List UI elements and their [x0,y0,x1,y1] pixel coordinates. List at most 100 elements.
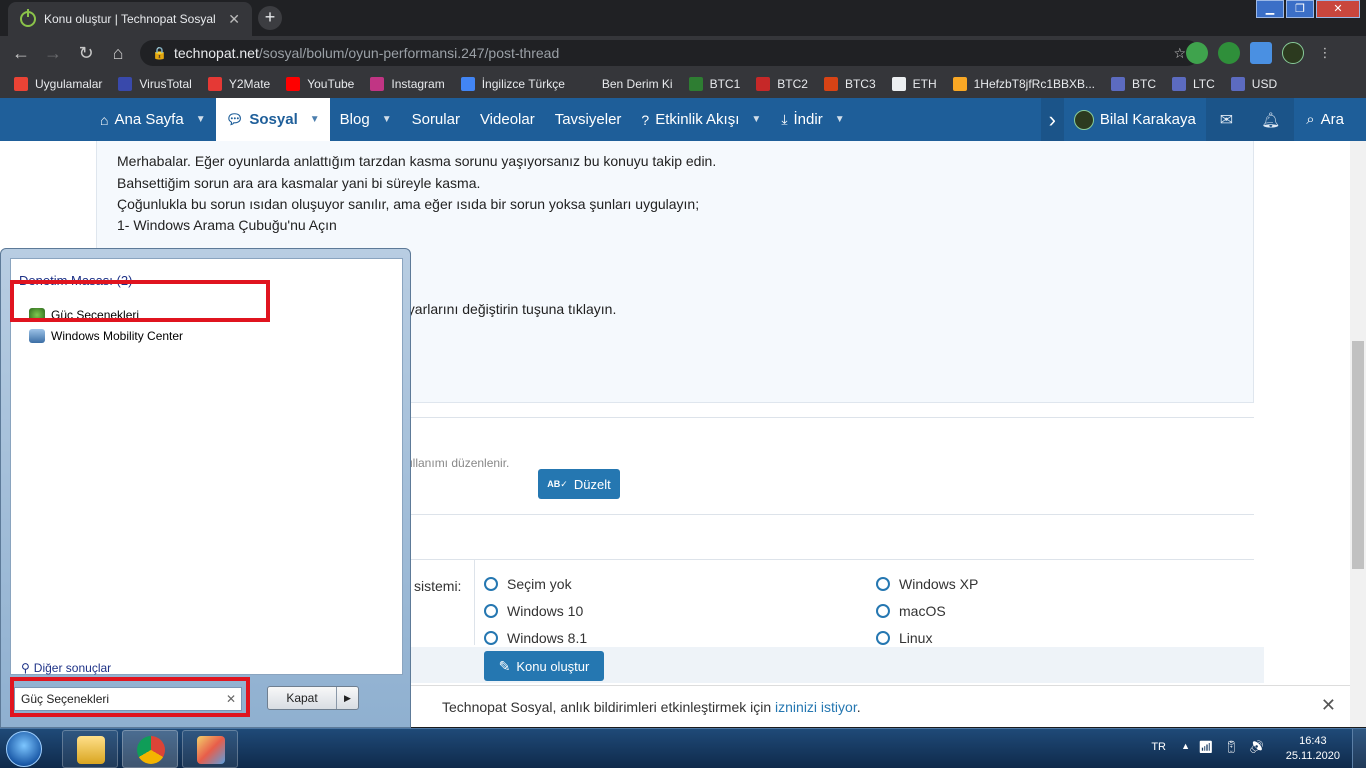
chrome-icon [137,736,165,764]
bookmark-item[interactable]: Y2Mate [207,77,271,91]
browser-tab[interactable]: Konu oluştur | Technopat Sosyal ✕ [8,2,252,36]
nav-item-2[interactable]: Blog ▼ [330,98,402,141]
radio-icon[interactable] [876,631,890,645]
show-desktop-button[interactable] [1352,729,1366,768]
taskbar-chrome[interactable] [122,730,178,768]
os-option[interactable]: macOS [876,603,946,619]
radio-icon[interactable] [484,577,498,591]
notification-link[interactable]: izninizi istiyor [775,699,857,715]
bookmark-label: BTC [1132,77,1157,91]
menu-dots-icon[interactable]: ⋮ [1314,42,1336,64]
bookmark-item[interactable]: ETH [891,77,937,91]
os-option[interactable]: Seçim yok [484,576,572,592]
nav-item-5[interactable]: Tavsiyeler [545,98,632,141]
mail-icon[interactable]: ✉ [1206,98,1247,141]
nav-item-4[interactable]: Videolar [470,98,545,141]
profile-avatar[interactable] [1282,42,1304,64]
os-option[interactable]: Windows 8.1 [484,630,587,646]
nav-item-6[interactable]: ? Etkinlik Akışı ▼ [631,98,771,141]
bookmark-item[interactable]: Instagram [370,77,445,91]
os-options-box [474,559,1254,645]
bookmark-icon [118,77,133,91]
chevron-down-icon[interactable]: ▼ [382,114,392,125]
clock[interactable]: 16:43 25.11.2020 [1286,734,1340,764]
bookmark-item[interactable]: LTC [1172,77,1215,91]
scrollbar-thumb[interactable] [1352,341,1364,569]
avatar [1073,109,1094,130]
taskbar-explorer[interactable] [62,730,118,768]
bell-icon[interactable]: 🔔︎ [1247,98,1294,141]
radio-icon[interactable] [484,631,498,645]
os-option[interactable]: Linux [876,630,932,646]
os-option[interactable]: Windows XP [876,576,978,592]
chevron-down-icon[interactable]: ▼ [196,114,206,125]
restore-icon[interactable]: ❐ [1286,0,1314,18]
os-option-label: Windows 8.1 [507,630,588,646]
tag-hint: kullanımı düzenlenir. [400,456,510,470]
tray-icons[interactable]: 📶︎🔋︎🔊︎ [1198,740,1274,754]
bookmark-item[interactable]: Ben Derim Ki [580,77,673,91]
shutdown-button[interactable]: Kapat ▶ [267,686,359,710]
result-mobility-center[interactable]: Windows Mobility Center [29,329,183,343]
page-scrollbar[interactable] [1350,141,1366,727]
bookmark-icon [14,77,28,91]
chevron-down-icon[interactable]: ▼ [310,114,320,125]
bookmark-icon [688,77,703,91]
bookmark-label: 1HefzbT8jfRc1BBXB... [973,77,1096,91]
editor-line: Bahsettiğim sorun ara ara kasmalar yani … [117,175,481,191]
url-path: /sosyal/bolum/oyun-performansi.247/post-… [258,45,560,61]
bookmark-label: YouTube [307,77,355,91]
close-notification-icon[interactable]: ✕ [1321,695,1336,716]
duzelt-button[interactable]: AB✓ Düzelt [538,469,620,499]
bookmark-item[interactable]: Uygulamalar [14,77,102,91]
new-tab-button[interactable]: + [258,6,282,30]
shutdown-label: Kapat [286,691,318,705]
bookmark-item[interactable]: BTC1 [688,77,740,91]
shield-extension-icon[interactable] [1218,42,1240,64]
radio-icon[interactable] [484,604,498,618]
back-icon[interactable]: ← [10,42,32,64]
shutdown-arrow-icon[interactable]: ▶ [336,687,358,709]
bookmark-item[interactable]: 1HefzbT8jfRc1BBXB... [952,77,1096,91]
bookmark-item[interactable]: YouTube [286,77,354,91]
notification-message: Technopat Sosyal, anlık bildirimleri etk… [442,699,772,715]
bookmark-icon [1172,77,1187,91]
puzzle-icon[interactable] [1250,42,1272,64]
nav-item-7[interactable]: ⤓ İndir ▼ [771,98,854,141]
bookmark-item[interactable]: USD [1230,77,1277,91]
os-option[interactable]: Windows 10 [484,603,583,619]
home-icon[interactable]: ⌂ [107,42,129,64]
bookmark-item[interactable]: VirusTotal [118,77,192,91]
more-results-link[interactable]: ⚲ Diğer sonuçlar [21,661,111,675]
chevron-down-icon[interactable]: ▼ [751,114,761,125]
nav-item-0[interactable]: ⌂ Ana Sayfa ▼ [90,98,216,141]
close-window-icon[interactable]: ✕ [1316,0,1360,18]
url-bar[interactable]: 🔒 technopat.net/sosyal/bolum/oyun-perfor… [140,40,1200,66]
reload-icon[interactable]: ↻ [75,42,97,64]
nav-item-1[interactable]: 💬︎ Sosyal ▼ [215,98,330,141]
show-hidden-icons[interactable]: ▲ [1181,741,1190,751]
nav-item-3[interactable]: Sorular [402,98,470,141]
nav-scroll-right-icon[interactable]: › [1041,98,1064,141]
chevron-down-icon[interactable]: ▼ [835,114,845,125]
taskbar-paint[interactable] [182,730,238,768]
search-button[interactable]: ⌕ Ara [1294,98,1366,141]
close-tab-icon[interactable]: ✕ [228,11,240,28]
bookmark-item[interactable]: BTC2 [756,77,808,91]
minimize-icon[interactable]: ▁ [1256,0,1284,18]
bookmark-item[interactable]: BTC [1111,77,1156,91]
bookmark-item[interactable]: BTC3 [823,77,876,91]
language-indicator[interactable]: TR [1151,741,1166,753]
start-button[interactable] [6,731,42,767]
forward-icon[interactable]: → [42,42,64,64]
radio-icon[interactable] [876,577,890,591]
bookmark-icon [756,77,771,91]
radio-icon[interactable] [876,604,890,618]
submit-button[interactable]: ✎ Konu oluştur [484,651,604,681]
bookmark-item[interactable]: İngilizce Türkçe [460,77,565,91]
extension-icon[interactable] [1186,42,1208,64]
nav-item-label: Sosyal [249,111,298,128]
window-controls: ▁ ❐ ✕ [1254,0,1360,18]
bookmark-label: Y2Mate [228,77,271,91]
user-menu[interactable]: Bilal Karakaya [1063,98,1206,141]
